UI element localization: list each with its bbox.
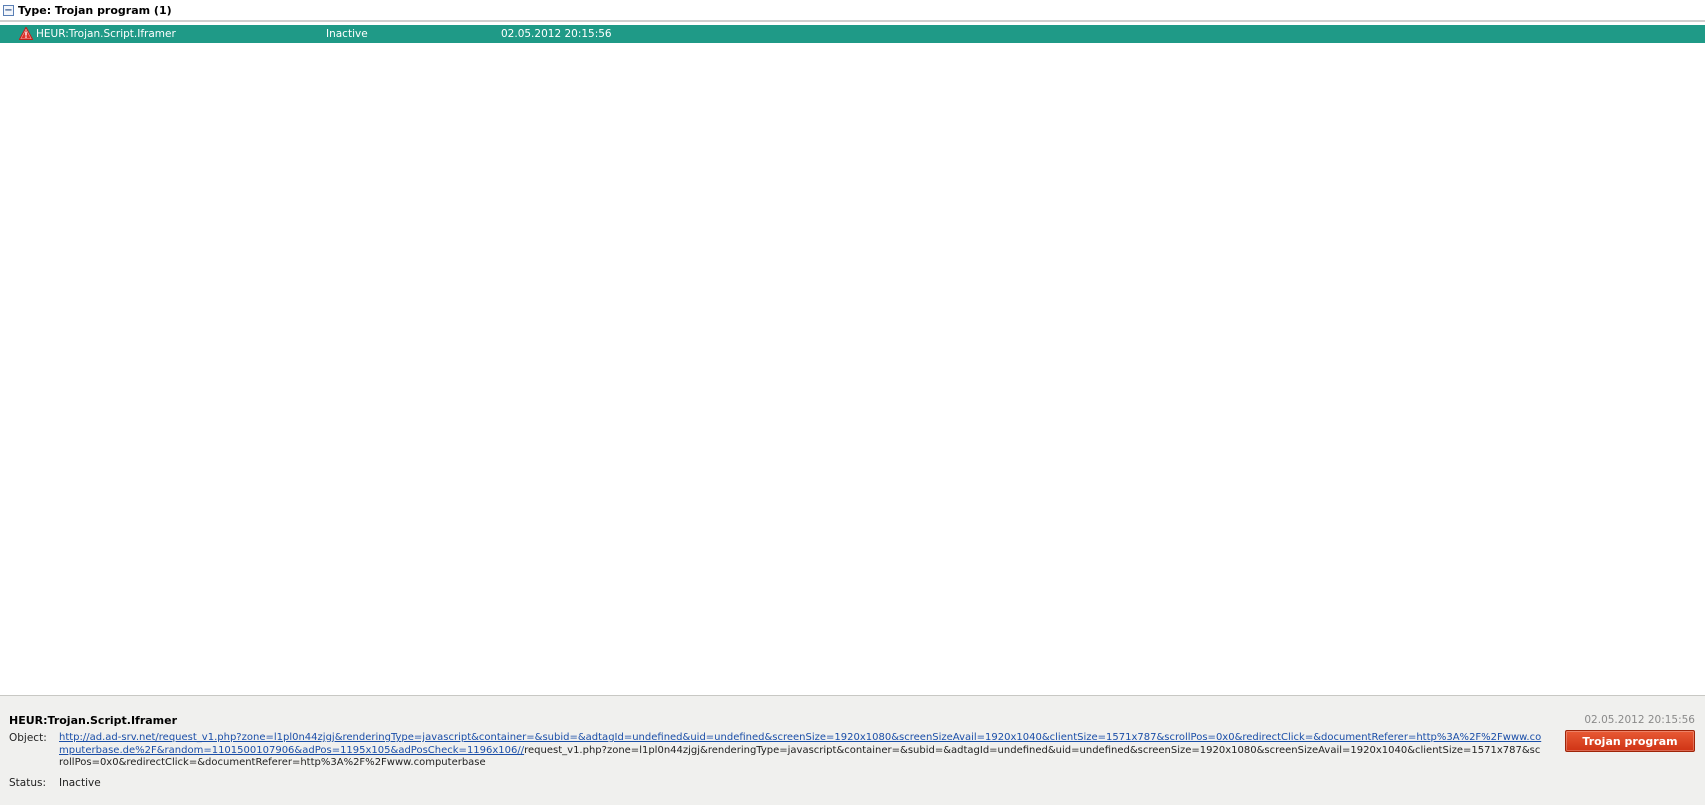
status-label: Status: xyxy=(9,777,46,789)
group-header[interactable]: − Type: Trojan program (1) xyxy=(0,0,1705,22)
status-value: Inactive xyxy=(59,777,101,789)
threat-type-button[interactable]: Trojan program xyxy=(1565,730,1695,752)
threat-row[interactable]: HEUR:Trojan.Script.Iframer Inactive 02.0… xyxy=(0,25,1705,43)
threat-name-cell: HEUR:Trojan.Script.Iframer xyxy=(36,28,176,40)
threat-status-cell: Inactive xyxy=(326,28,368,40)
detail-date: 02.05.2012 20:15:56 xyxy=(1584,714,1695,726)
threat-date-cell: 02.05.2012 20:15:56 xyxy=(501,28,612,40)
threat-report-window: − Type: Trojan program (1) HEUR:Trojan.S… xyxy=(0,0,1705,805)
details-panel: HEUR:Trojan.Script.Iframer 02.05.2012 20… xyxy=(0,695,1705,805)
group-title: Type: Trojan program (1) xyxy=(18,3,172,17)
object-value: http://ad.ad-srv.net/request_v1.php?zone… xyxy=(59,732,1544,770)
detail-title: HEUR:Trojan.Script.Iframer xyxy=(9,714,178,727)
object-label: Object: xyxy=(9,732,47,744)
warning-triangle-icon xyxy=(19,27,33,40)
collapse-toggle-icon[interactable]: − xyxy=(3,4,14,16)
